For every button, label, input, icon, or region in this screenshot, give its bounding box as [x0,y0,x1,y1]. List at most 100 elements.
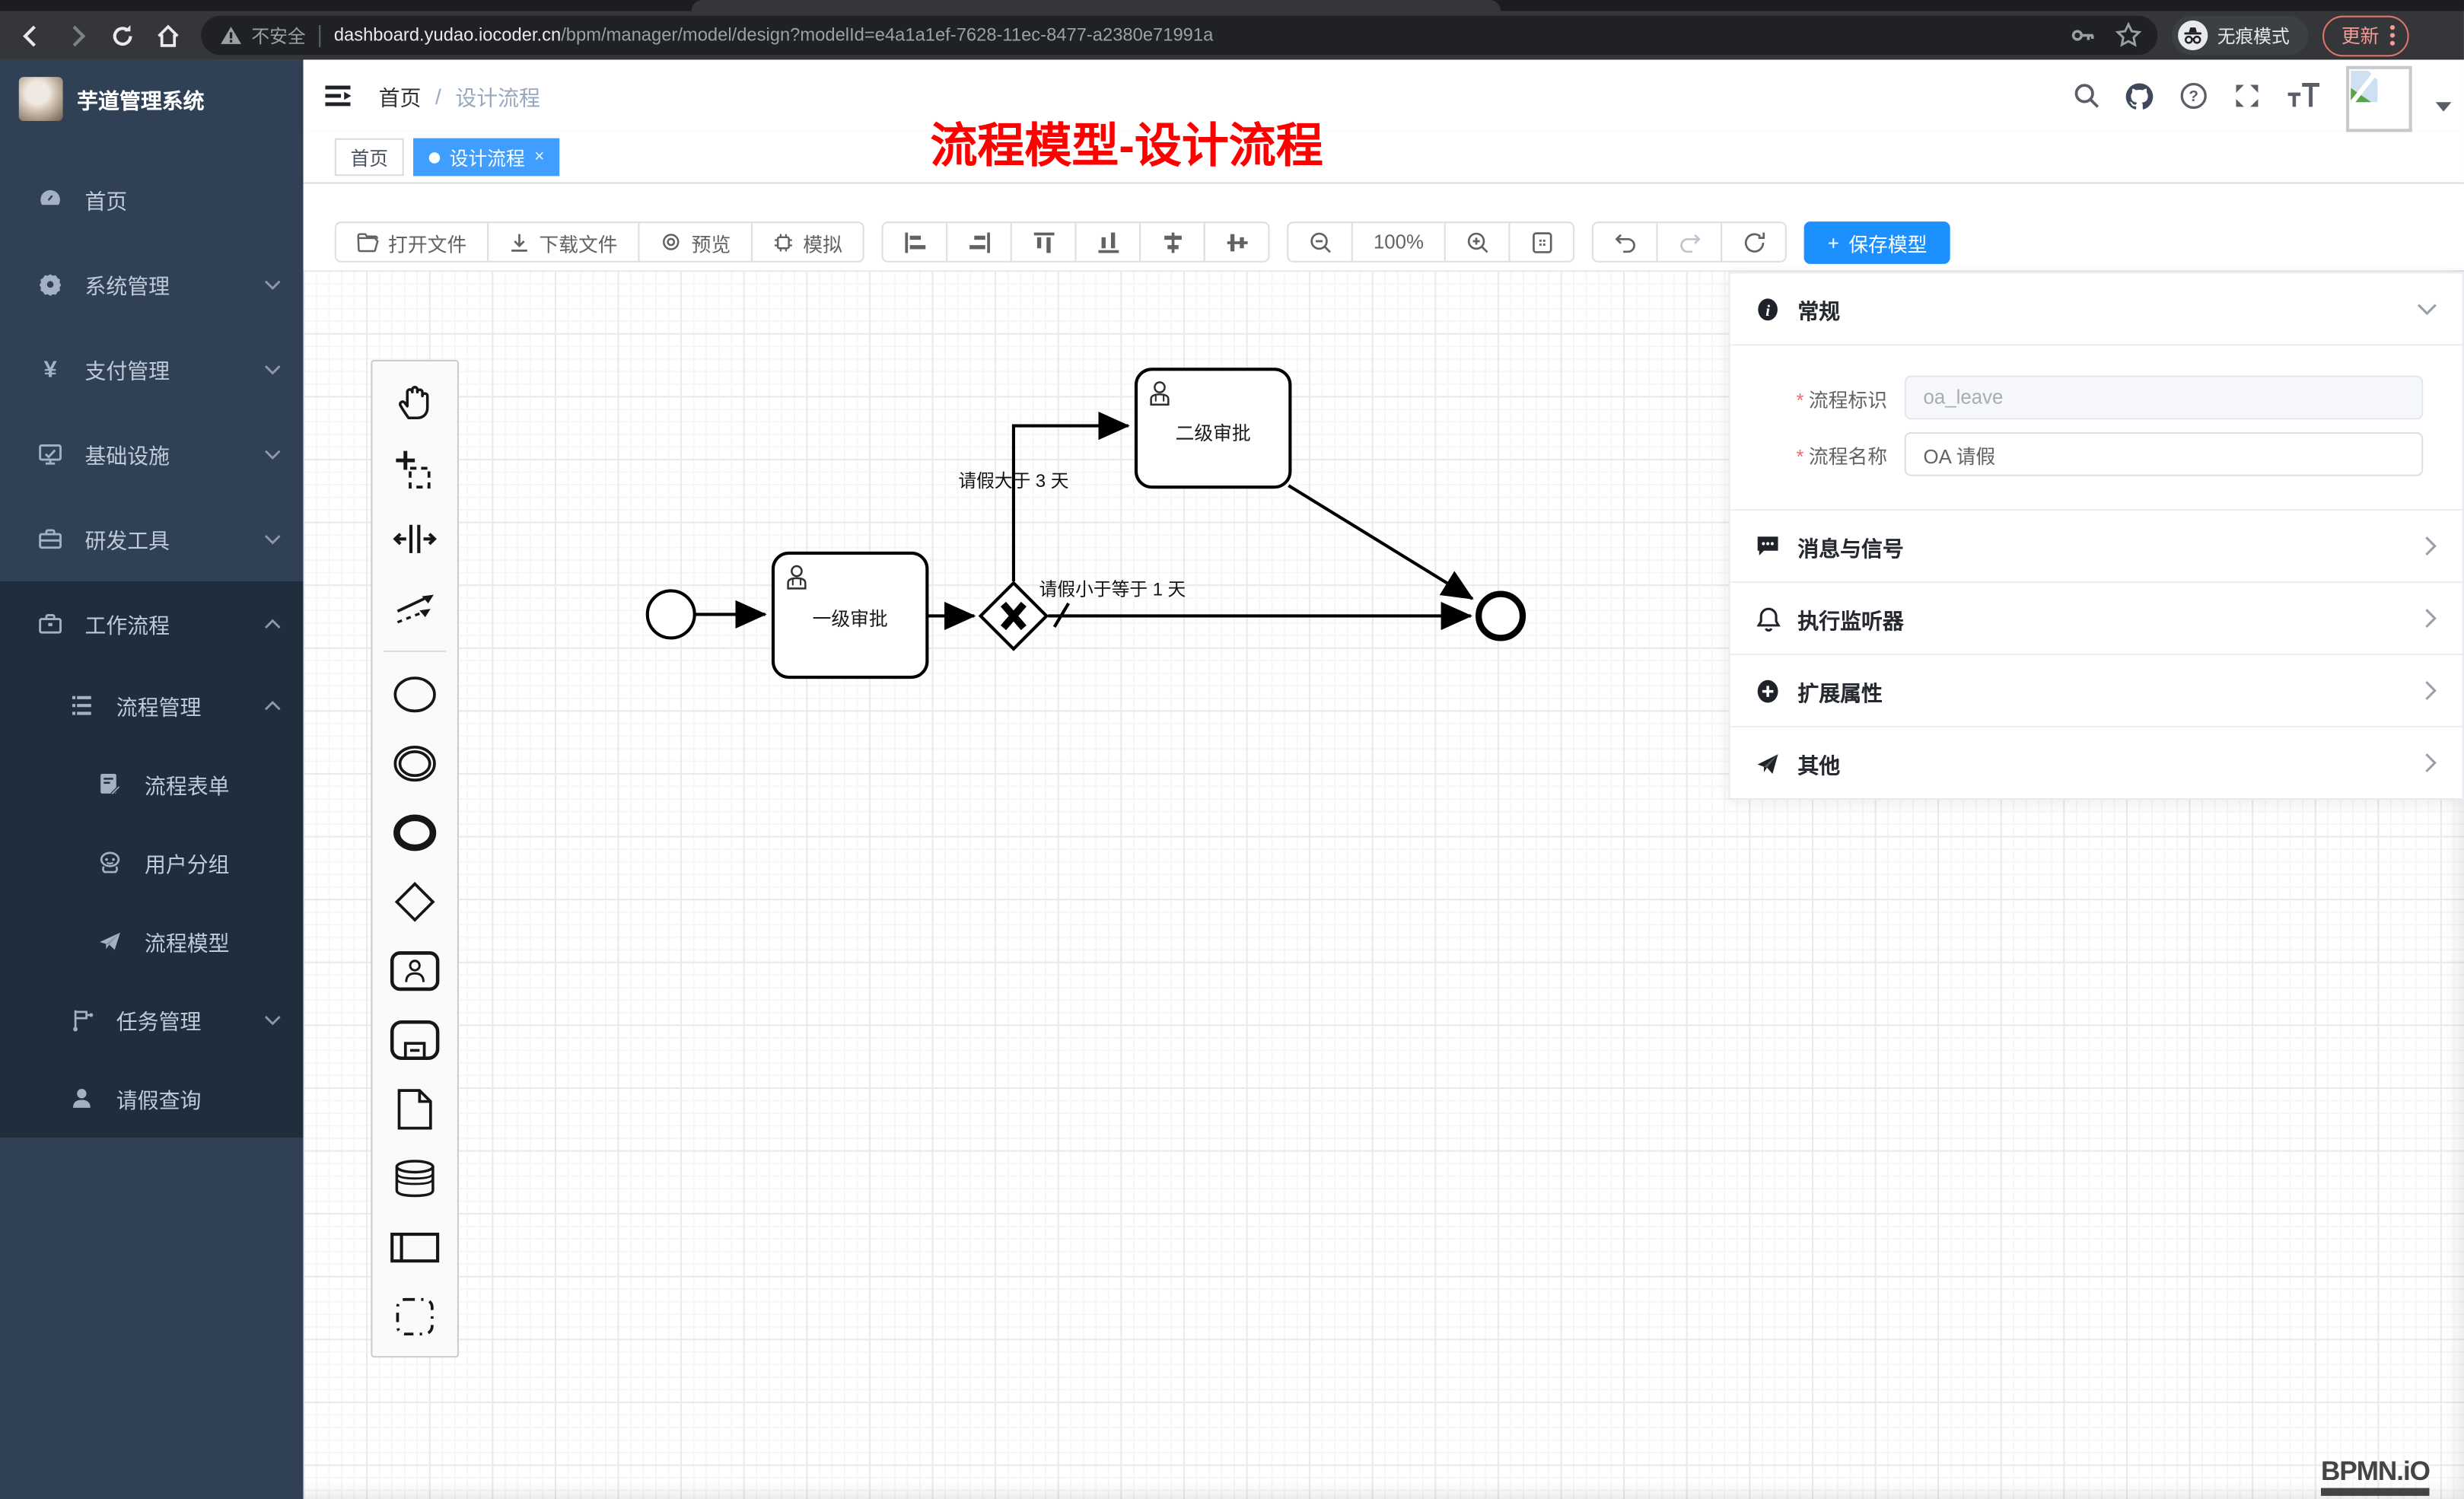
breadcrumb: 首页 / 设计流程 [379,80,540,111]
task-manage-icon [69,1007,94,1033]
form-row-process-name: *流程名称 [1730,432,2462,476]
browser-update-button[interactable]: 更新 [2322,15,2409,56]
url-text[interactable]: dashboard.yudao.iocoder.cn/bpm/manager/m… [334,26,1213,45]
app-logo-avatar [19,77,63,121]
zoom-out-icon[interactable] [1287,221,1353,263]
sidebar-item-user-group[interactable]: 用户分组 [0,823,304,902]
sidebar-item-process-model[interactable]: 流程模型 [0,902,304,980]
incognito-icon [2178,21,2208,50]
top-navbar: 首页 / 设计流程 ? [304,59,2464,132]
reload-icon[interactable] [108,21,136,49]
section-execution-listener[interactable]: 执行监听器 [1730,581,2462,654]
flow-task2-to-end[interactable] [1288,485,1472,599]
refresh-icon[interactable] [1721,221,1787,263]
sidebar-item-system[interactable]: 系统管理 [0,242,304,327]
tab-home[interactable]: 首页 [335,138,404,177]
section-other[interactable]: 其他 [1730,726,2462,798]
align-left-icon[interactable] [882,221,948,263]
update-label: 更新 [2341,22,2380,49]
align-bottom-icon[interactable] [1075,221,1141,263]
flow-label-gt3[interactable]: 请假大于 3 天 [919,468,1108,493]
sidebar-item-workflow[interactable]: 工作流程 [0,581,304,667]
align-top-icon[interactable] [1011,221,1077,263]
security-warning-icon[interactable] [220,25,242,46]
sidebar-item-payment[interactable]: ¥ 支付管理 [0,327,304,412]
preview-button[interactable]: 预览 [638,221,753,263]
end-event[interactable] [1479,594,1523,638]
sidebar-item-label: 首页 [85,184,282,215]
sidebar-item-devtools[interactable]: 研发工具 [0,497,304,582]
bpmn-io-logo[interactable]: BPMN.iO [2321,1458,2430,1496]
process-form-icon [97,772,123,797]
hamburger-icon[interactable] [322,80,353,111]
sidebar-item-task-manage[interactable]: 任务管理 [0,981,304,1059]
fullscreen-icon[interactable] [2231,81,2261,110]
browser-active-tab[interactable] [692,0,1501,11]
extend-attrs-icon [1756,678,1781,703]
process-key-input[interactable] [1905,376,2423,420]
flow-label-lte1[interactable]: 请假小于等于 1 天 [1018,577,1207,602]
font-size-icon[interactable] [2285,81,2323,110]
app-title: 芋道管理系统 [77,83,204,114]
breadcrumb-current: 设计流程 [455,80,540,111]
section-message-signal[interactable]: 消息与信号 [1730,509,2462,581]
app-logo-row[interactable]: 芋道管理系统 [0,59,304,138]
back-icon[interactable] [18,21,46,49]
sidebar-item-infrastructure[interactable]: 基础设施 [0,412,304,497]
sidebar-item-label: 系统管理 [85,269,243,300]
github-icon[interactable] [2125,81,2154,110]
undo-icon[interactable] [1592,221,1658,263]
download-file-button[interactable]: 下载文件 [487,221,639,263]
required-mark: * [1797,389,1804,411]
chip-icon [773,232,794,253]
devtools-icon [38,527,63,552]
download-icon [509,232,530,253]
browser-chrome: 不安全 dashboard.yudao.iocoder.cn/bpm/manag… [0,0,2464,59]
zoom-reset-icon[interactable] [1509,221,1575,263]
search-icon[interactable] [2071,81,2101,110]
simulate-button[interactable]: 模拟 [751,221,864,263]
security-label[interactable]: 不安全 [251,23,305,48]
process-name-input[interactable] [1905,432,2423,476]
browser-tab-strip [0,0,2464,11]
close-icon[interactable]: × [534,148,544,167]
save-model-button[interactable]: + 保存模型 [1804,221,1951,264]
align-right-icon[interactable] [946,221,1012,263]
redo-icon[interactable] [1657,221,1723,263]
field-label: *流程名称 [1730,439,1905,469]
home-icon[interactable] [154,21,182,49]
active-dot [429,151,440,162]
address-bar[interactable]: 不安全 dashboard.yudao.iocoder.cn/bpm/manag… [201,16,2157,56]
sidebar-item-process-manage[interactable]: 流程管理 [0,667,304,745]
avatar[interactable] [2346,66,2412,132]
flow-gateway-to-task2[interactable] [1014,426,1129,581]
section-general[interactable]: i 常规 [1730,273,2462,344]
start-event[interactable] [648,590,695,638]
bookmark-star-icon[interactable] [2115,22,2141,49]
key-icon[interactable] [2070,22,2096,49]
breadcrumb-home[interactable]: 首页 [379,80,422,111]
browser-menu-icon[interactable] [2390,25,2395,46]
help-icon[interactable]: ? [2178,81,2208,110]
zoom-level[interactable]: 100% [1351,221,1446,263]
align-middle-icon[interactable] [1204,221,1270,263]
tab-label: 首页 [350,144,388,170]
listener-bell-icon [1756,606,1781,631]
task1-label: 一级审批 [773,605,927,632]
sidebar-item-leave-query[interactable]: 请假查询 [0,1059,304,1138]
sidebar-item-process-form[interactable]: 流程表单 [0,745,304,823]
avatar-caret-icon[interactable] [2436,102,2452,111]
dashboard-icon [38,187,63,212]
chevron-up-icon [264,700,282,711]
zoom-in-icon[interactable] [1444,221,1511,263]
forward-icon[interactable] [63,21,91,49]
svg-text:?: ? [2188,88,2198,105]
align-center-icon[interactable] [1139,221,1205,263]
sidebar: 芋道管理系统 首页 系统管理 ¥ 支付管理 [0,59,304,1499]
user-group-icon [97,850,123,875]
section-extended-attrs[interactable]: 扩展属性 [1730,654,2462,726]
process-manage-icon [69,693,94,718]
sidebar-item-home[interactable]: 首页 [0,158,304,243]
tab-design-process[interactable]: 设计流程 × [413,138,560,177]
open-file-button[interactable]: 打开文件 [335,221,489,263]
